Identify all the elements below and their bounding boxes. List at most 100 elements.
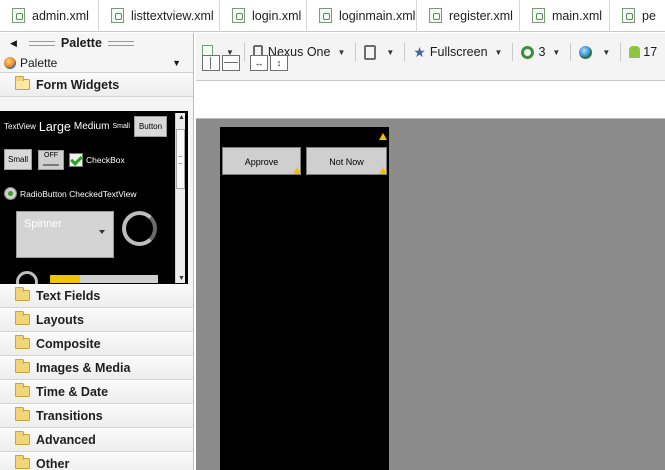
widget-spinner[interactable]: Spinner xyxy=(16,211,114,258)
category-transitions[interactable]: Transitions xyxy=(0,404,193,428)
form-widgets-preview: TextView Large Medium Small Button Small… xyxy=(0,111,188,284)
category-label: Images & Media xyxy=(36,360,131,375)
text-widgets-row: TextView Large Medium Small Button xyxy=(4,116,168,137)
tab-label: listtextview.xml xyxy=(131,8,214,23)
warning-icon xyxy=(379,133,387,140)
tab-partial[interactable]: pe xyxy=(610,0,665,32)
category-label: Other xyxy=(36,456,70,470)
tab-label: loginmain.xml xyxy=(339,8,416,23)
warning-icon xyxy=(293,167,301,174)
widget-small-text[interactable]: Small xyxy=(112,123,130,130)
open-folder-icon xyxy=(15,76,30,90)
tab-loginmain[interactable]: loginmain.xml xyxy=(307,0,417,32)
xml-file-icon xyxy=(111,8,124,23)
palette-title: Palette xyxy=(60,36,102,50)
palette-icon xyxy=(4,56,16,69)
collapse-arrow-icon[interactable]: ◀ xyxy=(10,38,17,49)
split-vertical-icon[interactable] xyxy=(202,55,220,71)
palette-selector[interactable]: Palette ▼ xyxy=(0,53,193,73)
widget-checkbox[interactable]: CheckBox xyxy=(86,155,125,165)
widget-button[interactable]: Button xyxy=(133,116,168,137)
scroll-up-icon[interactable]: ▲ xyxy=(178,114,185,121)
drag-handle-icon xyxy=(107,40,134,46)
tab-listtextview[interactable]: listtextview.xml xyxy=(99,0,220,32)
xml-file-icon xyxy=(429,8,442,23)
palette-scrollbar[interactable]: ▲ ▼ xyxy=(175,113,185,283)
tab-label: login.xml xyxy=(252,8,302,23)
radio-widgets-row: RadioButton CheckedTextView xyxy=(4,187,137,200)
palette-header[interactable]: ◀ Palette xyxy=(0,33,193,53)
category-label: Form Widgets xyxy=(36,77,120,92)
palette-panel: ◀ Palette Palette ▼ Form Widgets TextVie… xyxy=(0,33,194,470)
xml-file-icon xyxy=(319,8,332,23)
checkbox-icon[interactable] xyxy=(69,152,84,167)
folder-icon xyxy=(15,407,30,421)
radio-button-icon[interactable] xyxy=(4,187,17,200)
chevron-down-icon xyxy=(99,230,105,234)
folder-icon xyxy=(15,383,30,397)
tab-admin[interactable]: admin.xml xyxy=(0,0,99,32)
folder-icon xyxy=(15,335,30,349)
category-label: Composite xyxy=(36,336,101,351)
not-now-button[interactable]: Not Now xyxy=(306,147,387,175)
category-other[interactable]: Other xyxy=(0,452,193,470)
tab-label: main.xml xyxy=(552,8,603,23)
category-label: Advanced xyxy=(36,432,96,447)
widget-progress-large[interactable] xyxy=(122,211,157,246)
button-widgets-row: Small OFF CheckBox xyxy=(4,149,125,170)
widget-textview[interactable]: TextView xyxy=(4,122,36,131)
editor-tab-bar: admin.xml listtextview.xml login.xml log… xyxy=(0,0,665,32)
category-advanced[interactable]: Advanced xyxy=(0,428,193,452)
folder-icon xyxy=(15,359,30,373)
fit-height-icon[interactable]: ↕ xyxy=(270,55,288,71)
category-images-media[interactable]: Images & Media xyxy=(0,356,193,380)
category-label: Text Fields xyxy=(36,288,101,303)
eclipse-layout-editor: admin.xml listtextview.xml login.xml log… xyxy=(0,0,665,470)
category-label: Transitions xyxy=(36,408,103,423)
spinner-label: Spinner xyxy=(24,218,62,230)
folder-icon xyxy=(15,455,30,469)
device-screen-preview[interactable]: Approve Not Now xyxy=(220,127,389,470)
widget-toggle-button[interactable]: OFF xyxy=(38,149,65,170)
category-label: Time & Date xyxy=(36,384,109,399)
tab-label: register.xml xyxy=(449,8,513,23)
category-label: Layouts xyxy=(36,312,84,327)
drag-handle-icon xyxy=(28,40,55,46)
category-layouts[interactable]: Layouts xyxy=(0,308,193,332)
layout-canvas[interactable]: Approve Not Now xyxy=(196,118,665,470)
xml-file-icon xyxy=(12,8,25,23)
tab-main[interactable]: main.xml xyxy=(520,0,610,32)
category-composite[interactable]: Composite xyxy=(0,332,193,356)
folder-icon xyxy=(15,311,30,325)
tab-login[interactable]: login.xml xyxy=(220,0,307,32)
chevron-down-icon[interactable]: ▼ xyxy=(172,58,181,68)
widget-progress-bar[interactable] xyxy=(50,275,158,283)
split-horizontal-icon[interactable] xyxy=(222,55,240,71)
xml-file-icon xyxy=(232,8,245,23)
layout-toolbar: ▼ Nexus One ▼ ▼ ★ Fullscreen ▼ 3 ▼ ▼ 17 … xyxy=(196,33,665,81)
fit-width-icon[interactable]: ↔ xyxy=(250,55,268,71)
tab-register[interactable]: register.xml xyxy=(417,0,520,32)
category-form-widgets[interactable]: Form Widgets xyxy=(0,73,193,97)
folder-icon xyxy=(15,431,30,445)
progress-fill xyxy=(50,275,81,283)
scroll-down-icon[interactable]: ▼ xyxy=(178,275,185,282)
widget-radio-button[interactable]: RadioButton CheckedTextView xyxy=(20,189,137,199)
category-text-fields[interactable]: Text Fields xyxy=(0,284,193,308)
category-list: Text Fields Layouts Composite Images & M… xyxy=(0,284,193,470)
widget-large-text[interactable]: Large xyxy=(39,120,71,134)
toolbar-row-2: ↔ ↕ xyxy=(202,55,665,71)
approve-button[interactable]: Approve xyxy=(222,147,301,175)
tab-label: pe xyxy=(642,8,656,23)
xml-file-icon xyxy=(622,8,635,23)
category-time-date[interactable]: Time & Date xyxy=(0,380,193,404)
widget-progress-small[interactable] xyxy=(16,271,38,284)
palette-selector-label: Palette xyxy=(20,55,58,70)
widget-medium-text[interactable]: Medium xyxy=(74,121,110,132)
xml-file-icon xyxy=(532,8,545,23)
warning-icon xyxy=(379,167,387,174)
widget-small-button[interactable]: Small xyxy=(4,149,33,170)
folder-icon xyxy=(15,287,30,301)
tab-label: admin.xml xyxy=(32,8,89,23)
scrollbar-thumb[interactable] xyxy=(176,129,185,189)
